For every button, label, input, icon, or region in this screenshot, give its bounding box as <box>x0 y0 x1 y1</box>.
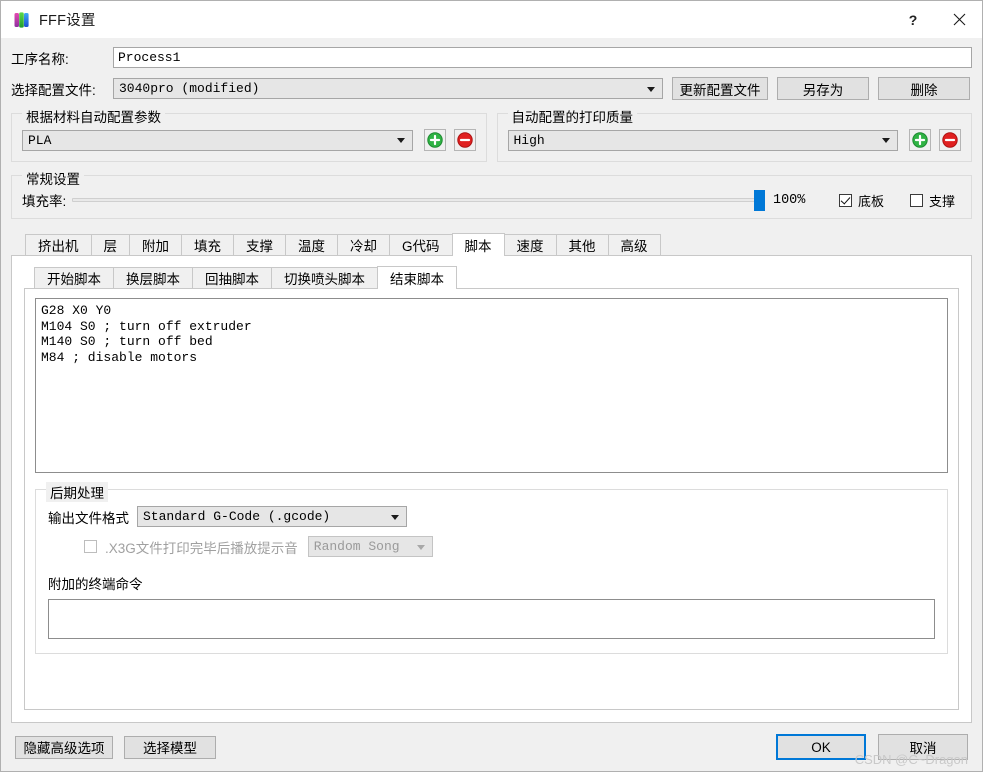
delete-button[interactable]: 删除 <box>878 77 970 100</box>
tab-temperature[interactable]: 温度 <box>285 234 338 255</box>
chevron-down-icon <box>391 514 399 520</box>
scripts-tab-panel: 开始脚本 换层脚本 回抽脚本 切换喷头脚本 结束脚本 G28 X0 Y0 M10… <box>11 255 972 723</box>
infill-percent-value: 100% <box>772 192 806 208</box>
tab-other[interactable]: 其他 <box>555 234 609 255</box>
subtab-ending-script[interactable]: 结束脚本 <box>377 266 457 289</box>
output-format-label: 输出文件格式 <box>48 510 129 526</box>
fff-settings-window: FFF设置 ? 工序名称: 选择配置文件: 3040pro (modified)… <box>0 0 983 772</box>
infill-label: 填充率: <box>22 194 67 209</box>
tab-scripts[interactable]: 脚本 <box>451 233 505 256</box>
tab-gcode[interactable]: G代码 <box>389 234 453 255</box>
terminal-commands-block: 附加的终端命令 <box>48 573 935 639</box>
output-format-value: Standard G-Code (.gcode) <box>143 509 331 524</box>
profile-row: 选择配置文件: 3040pro (modified) 更新配置文件 另存为 删除 <box>11 77 972 100</box>
tab-cooling[interactable]: 冷却 <box>337 234 390 255</box>
settings-tabs: 挤出机 层 附加 填充 支撑 温度 冷却 G代码 脚本 速度 其他 高级 开始脚… <box>11 233 972 723</box>
post-processing-group: 后期处理 输出文件格式 Standard G-Code (.gcode) .X3… <box>35 482 948 654</box>
song-select-value: Random Song <box>313 539 400 554</box>
x3g-sound-checkbox <box>84 540 97 553</box>
support-checkbox[interactable] <box>909 193 923 207</box>
quality-select[interactable]: High <box>507 129 898 151</box>
title-bar: FFF设置 ? <box>1 1 982 38</box>
material-select-value: PLA <box>28 132 52 148</box>
chevron-down-icon <box>882 138 890 143</box>
tab-additions[interactable]: 附加 <box>129 234 182 255</box>
process-name-row: 工序名称: <box>11 47 972 68</box>
profile-select-value: 3040pro (modified) <box>119 81 260 96</box>
add-quality-button[interactable] <box>909 129 931 151</box>
profile-select[interactable]: 3040pro (modified) <box>113 78 663 99</box>
tab-layer[interactable]: 层 <box>90 234 130 255</box>
quality-group: 自动配置的打印质量 High <box>496 106 972 162</box>
dialog-body: 工序名称: 选择配置文件: 3040pro (modified) 更新配置文件 … <box>1 38 982 723</box>
plus-circle-icon <box>426 132 443 148</box>
ok-button[interactable]: OK <box>776 734 866 760</box>
subtab-starting-script[interactable]: 开始脚本 <box>34 267 114 288</box>
save-as-button[interactable]: 另存为 <box>777 77 869 100</box>
chevron-down-icon <box>647 86 655 92</box>
material-group: 根据材料自动配置参数 PLA <box>11 106 487 162</box>
raft-checkbox-row[interactable]: 底板 <box>838 191 884 210</box>
support-checkbox-row[interactable]: 支撑 <box>909 191 955 210</box>
ending-script-textarea[interactable]: G28 X0 Y0 M104 S0 ; turn off extruder M1… <box>35 298 948 473</box>
raft-checkbox[interactable] <box>838 193 852 207</box>
song-select: Random Song <box>307 536 433 557</box>
remove-quality-button[interactable] <box>939 129 961 151</box>
general-settings-title: 常规设置 <box>22 168 84 188</box>
process-name-label: 工序名称: <box>11 51 69 67</box>
process-name-input[interactable] <box>113 47 972 68</box>
cancel-button[interactable]: 取消 <box>878 734 968 760</box>
material-select[interactable]: PLA <box>22 129 413 151</box>
minus-circle-icon <box>942 132 958 148</box>
remove-material-button[interactable] <box>453 129 476 151</box>
close-button[interactable] <box>936 1 982 38</box>
tab-speeds[interactable]: 速度 <box>503 234 557 255</box>
tab-extruder[interactable]: 挤出机 <box>25 234 92 255</box>
plus-circle-icon <box>912 132 928 148</box>
subtab-tool-change-script[interactable]: 切换喷头脚本 <box>271 267 378 288</box>
auto-config-groups: 根据材料自动配置参数 PLA 自动配置的打印质量 High <box>11 100 972 162</box>
support-label: 支撑 <box>928 193 955 209</box>
raft-label: 底板 <box>857 193 884 209</box>
window-title: FFF设置 <box>39 13 96 29</box>
ending-script-panel: G28 X0 Y0 M104 S0 ; turn off extruder M1… <box>24 288 959 710</box>
s3d-logo-icon <box>14 11 29 28</box>
update-profile-button[interactable]: 更新配置文件 <box>672 77 768 100</box>
x3g-sound-label: .X3G文件打印完毕后播放提示音 <box>105 540 298 556</box>
main-tabstrip: 挤出机 层 附加 填充 支撑 温度 冷却 G代码 脚本 速度 其他 高级 <box>11 233 972 256</box>
tab-advanced[interactable]: 高级 <box>607 234 661 255</box>
quality-select-value: High <box>513 132 545 148</box>
help-button[interactable]: ? <box>890 1 936 38</box>
dialog-footer: 隐藏高级选项 选择模型 OK 取消 CSDN @C~Dragon <box>1 723 982 771</box>
select-models-button[interactable]: 选择模型 <box>124 735 216 759</box>
tab-support[interactable]: 支撑 <box>233 234 286 255</box>
add-material-button[interactable] <box>423 129 446 151</box>
quality-group-title: 自动配置的打印质量 <box>507 106 637 126</box>
infill-slider-handle[interactable] <box>753 190 765 211</box>
close-icon <box>953 13 965 26</box>
window-controls: ? <box>890 1 982 38</box>
output-format-select[interactable]: Standard G-Code (.gcode) <box>137 506 407 527</box>
minus-circle-icon <box>456 132 473 148</box>
terminal-commands-textarea[interactable] <box>48 599 935 639</box>
x3g-sound-row: .X3G文件打印完毕后播放提示音 Random Song <box>48 536 935 557</box>
tab-infill[interactable]: 填充 <box>181 234 234 255</box>
material-group-title: 根据材料自动配置参数 <box>22 106 165 126</box>
output-format-row: 输出文件格式 Standard G-Code (.gcode) <box>48 506 935 527</box>
terminal-commands-label: 附加的终端命令 <box>48 577 143 592</box>
profile-label: 选择配置文件: <box>11 82 96 98</box>
post-processing-title: 后期处理 <box>46 482 108 502</box>
general-settings-group: 常规设置 填充率: 100% 底板 支撑 <box>11 168 972 219</box>
hide-advanced-button[interactable]: 隐藏高级选项 <box>15 735 113 759</box>
subtab-layer-change-script[interactable]: 换层脚本 <box>113 267 193 288</box>
script-subtabstrip: 开始脚本 换层脚本 回抽脚本 切换喷头脚本 结束脚本 <box>24 266 959 289</box>
chevron-down-icon <box>396 138 405 143</box>
infill-slider[interactable] <box>72 190 765 211</box>
subtab-retraction-script[interactable]: 回抽脚本 <box>192 267 272 288</box>
chevron-down-icon <box>416 544 425 550</box>
